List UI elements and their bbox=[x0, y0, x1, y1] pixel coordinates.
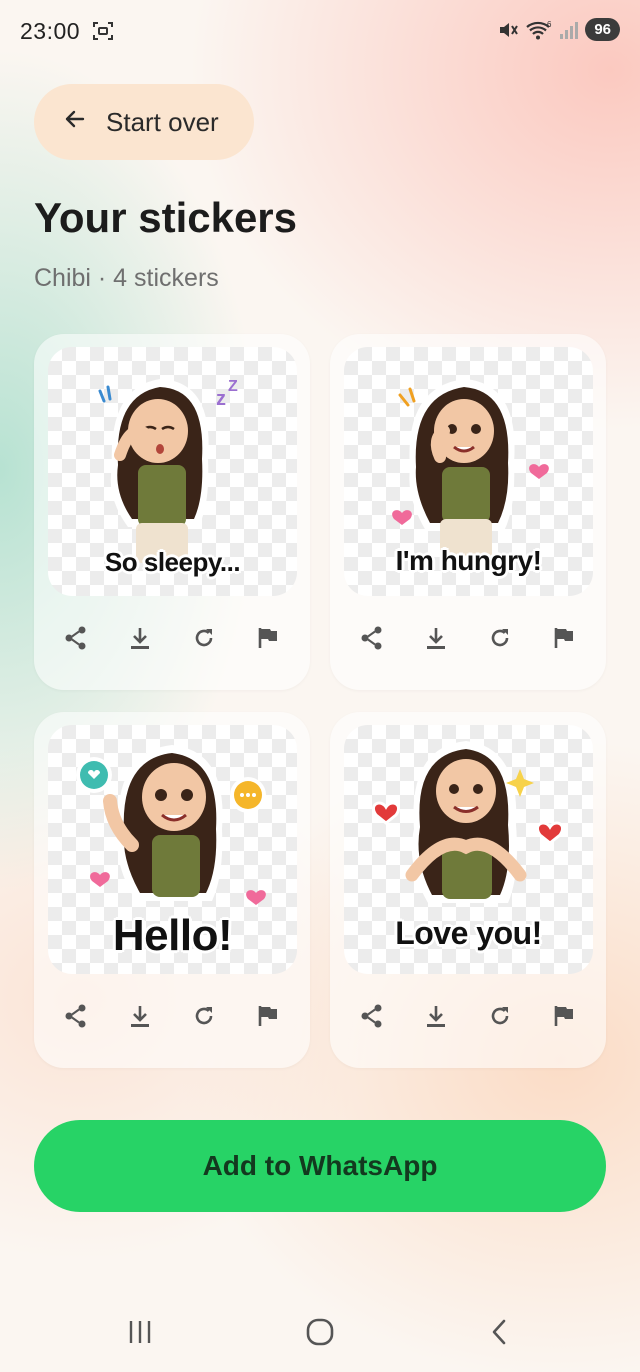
back-icon[interactable] bbox=[470, 1310, 530, 1354]
sticker-caption: I'm hungry! bbox=[395, 545, 542, 576]
home-icon[interactable] bbox=[290, 1310, 350, 1354]
regenerate-icon[interactable] bbox=[184, 996, 224, 1036]
signal-icon bbox=[559, 20, 579, 40]
report-icon[interactable] bbox=[248, 618, 288, 658]
arrow-left-icon bbox=[62, 106, 88, 139]
sticker-caption: Hello! bbox=[112, 911, 233, 960]
report-icon[interactable] bbox=[248, 996, 288, 1036]
mute-icon bbox=[497, 19, 519, 41]
sticker-actions bbox=[330, 996, 606, 1036]
sticker-card: Hello! bbox=[34, 712, 310, 1068]
share-icon[interactable] bbox=[56, 618, 96, 658]
sticker-image[interactable]: Love you! bbox=[344, 725, 593, 974]
svg-text:Z: Z bbox=[228, 378, 238, 395]
regenerate-icon[interactable] bbox=[184, 618, 224, 658]
sticker-actions bbox=[34, 618, 310, 658]
sticker-caption: So sleepy... bbox=[104, 547, 241, 577]
recents-icon[interactable] bbox=[110, 1310, 170, 1354]
battery-indicator: 96 bbox=[585, 18, 620, 41]
start-over-label: Start over bbox=[106, 106, 219, 137]
sticker-caption: Love you! bbox=[395, 915, 542, 951]
page-title: Your stickers bbox=[34, 194, 298, 241]
screenshot-icon bbox=[92, 20, 114, 42]
status-bar: 23:00 6 96 bbox=[0, 0, 640, 62]
sticker-actions bbox=[330, 618, 606, 658]
system-nav-bar bbox=[0, 1290, 640, 1372]
share-icon[interactable] bbox=[352, 618, 392, 658]
download-icon[interactable] bbox=[120, 618, 160, 658]
sticker-card: I'm hungry! bbox=[330, 334, 606, 690]
regenerate-icon[interactable] bbox=[480, 618, 520, 658]
download-icon[interactable] bbox=[416, 618, 456, 658]
wifi-icon: 6 bbox=[525, 19, 553, 41]
sticker-image[interactable]: z Z So sleepy... bbox=[48, 347, 297, 596]
svg-text:z: z bbox=[216, 388, 226, 410]
status-time: 23:00 bbox=[20, 18, 81, 44]
start-over-button[interactable]: Start over bbox=[34, 84, 254, 160]
sticker-card: z Z So sleepy... bbox=[34, 334, 310, 690]
sticker-image[interactable]: I'm hungry! bbox=[344, 347, 593, 596]
regenerate-icon[interactable] bbox=[480, 996, 520, 1036]
share-icon[interactable] bbox=[56, 996, 96, 1036]
report-icon[interactable] bbox=[544, 618, 584, 658]
sticker-card: Love you! bbox=[330, 712, 606, 1068]
add-to-whatsapp-button[interactable]: Add to WhatsApp bbox=[34, 1120, 606, 1212]
share-icon[interactable] bbox=[352, 996, 392, 1036]
pack-subtitle: Chibi · 4 stickers bbox=[34, 264, 219, 292]
download-icon[interactable] bbox=[416, 996, 456, 1036]
sticker-actions bbox=[34, 996, 310, 1036]
sticker-image[interactable]: Hello! bbox=[48, 725, 297, 974]
report-icon[interactable] bbox=[544, 996, 584, 1036]
svg-text:6: 6 bbox=[547, 20, 552, 29]
download-icon[interactable] bbox=[120, 996, 160, 1036]
